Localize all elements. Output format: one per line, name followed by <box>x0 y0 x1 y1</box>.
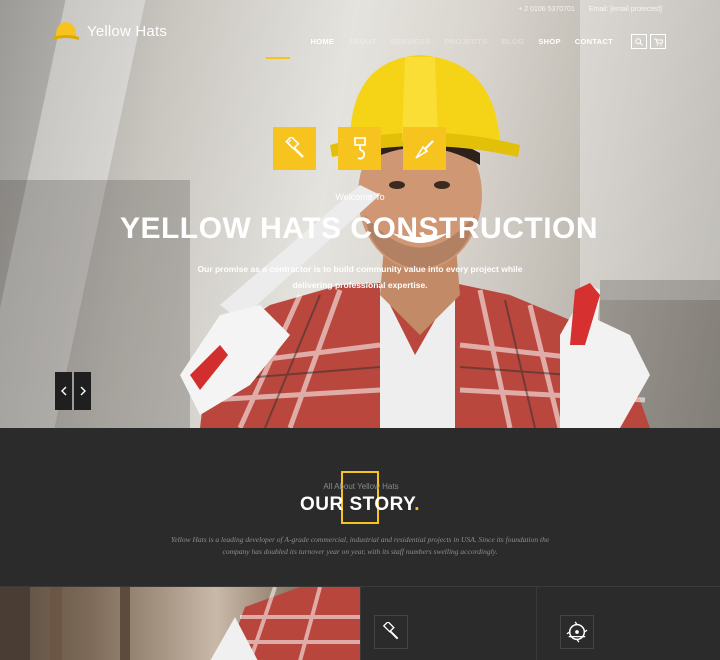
phone-number: + 2 0106 5370701 <box>518 6 575 13</box>
hero-subtitle: Our promise as a contractor is to build … <box>197 264 523 290</box>
paint-brush-icon <box>374 615 408 649</box>
hero-welcome: Welcome To <box>335 192 385 202</box>
our-story-section: All About Yellow Hats OUR STORY. Yellow … <box>0 428 720 586</box>
main-navigation: HOME ABOUT SERVICES PROJECTS BLOG SHOP C… <box>300 34 666 49</box>
hero-feature-icons <box>273 127 446 170</box>
nav-item-contact[interactable]: CONTACT <box>575 37 613 46</box>
hero-slider: + 2 0106 5370701 Email: [email protected… <box>0 0 720 428</box>
topbar-contact: + 2 0106 5370701 Email: [email protected… <box>518 6 662 13</box>
worker-photo-panel <box>0 587 360 660</box>
story-title-dot: . <box>414 494 421 515</box>
slider-next-button[interactable] <box>74 372 91 410</box>
email-address[interactable]: Email: [email protected] <box>589 6 662 13</box>
nav-item-blog[interactable]: BLOG <box>501 37 524 46</box>
worker-photo <box>0 587 360 660</box>
trowel-icon <box>403 127 446 170</box>
services-panels <box>0 586 720 660</box>
saw-blade-icon <box>560 615 594 649</box>
story-description: Yellow Hats is a leading developer of A-… <box>170 535 550 556</box>
crane-hook-icon <box>338 127 381 170</box>
cart-icon <box>653 38 663 46</box>
nav-active-indicator <box>266 57 290 59</box>
logo[interactable]: Yellow Hats <box>53 20 167 42</box>
story-title: OUR STORY. <box>0 494 720 516</box>
nav-item-about[interactable]: ABOUT <box>348 37 376 46</box>
cart-button[interactable] <box>650 34 666 49</box>
brand-name: Yellow Hats <box>87 22 168 40</box>
nav-item-projects[interactable]: PROJECTS <box>445 37 488 46</box>
chevron-left-icon <box>60 386 66 396</box>
hard-hat-icon <box>53 22 79 40</box>
paint-brush-icon <box>273 127 316 170</box>
story-eyebrow: All About Yellow Hats <box>323 482 399 491</box>
story-title-text: OUR STORY <box>299 494 415 515</box>
nav-item-shop[interactable]: SHOP <box>538 37 560 46</box>
chevron-right-icon <box>80 386 86 396</box>
hero-title: YELLOW HATS CONSTRUCTION <box>119 212 599 245</box>
slider-arrows <box>55 372 91 410</box>
nav-item-services[interactable]: SERVICES <box>390 37 430 46</box>
slider-prev-button[interactable] <box>55 372 72 410</box>
nav-item-home[interactable]: HOME <box>311 37 335 46</box>
search-button[interactable] <box>631 34 647 49</box>
search-icon <box>635 37 643 46</box>
